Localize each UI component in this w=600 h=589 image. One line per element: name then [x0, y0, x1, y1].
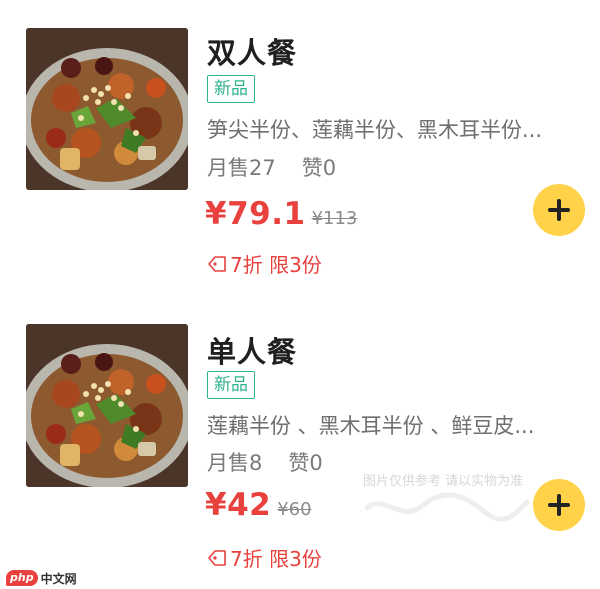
original-price: ¥60 [277, 499, 312, 520]
current-price: ¥42 [205, 487, 272, 523]
new-badge: 新品 [207, 75, 255, 103]
list-item[interactable]: 双人餐 新品 笋尖半份、莲藕半份、黑木耳半份... 月售27 赞0 ¥79.1 ¥1… [0, 0, 600, 294]
original-price: ¥113 [311, 208, 358, 229]
item-title: 双人餐 [207, 36, 298, 70]
plus-icon [548, 199, 570, 221]
php-logo-mark: php [6, 570, 38, 586]
sales-info: 月售27 赞0 [207, 152, 336, 182]
dish-photo-icon [26, 28, 188, 190]
item-title: 单人餐 [207, 335, 298, 369]
site-logo: php 中文网 [6, 569, 77, 587]
tag-icon [208, 549, 226, 566]
new-badge: 新品 [207, 371, 255, 399]
dish-image[interactable] [26, 28, 188, 190]
image-disclaimer-watermark: 图片仅供参考 请以实物为准 [363, 474, 524, 489]
promo-text: 7折 限3份 [230, 253, 322, 277]
menu-list: 双人餐 新品 笋尖半份、莲藕半份、黑木耳半份... 月售27 赞0 ¥79.1 ¥1… [0, 0, 600, 589]
discount-promo: 7折 限3份 [207, 543, 322, 572]
plus-icon [548, 494, 570, 516]
price-row: ¥42 ¥60 [205, 487, 312, 523]
monthly-sales: 月售27 [207, 156, 276, 180]
add-to-cart-button[interactable] [533, 184, 585, 236]
dish-photo-icon [26, 324, 188, 487]
item-description: 笋尖半份、莲藕半份、黑木耳半份... [207, 118, 543, 142]
tag-icon [208, 255, 226, 272]
dish-image[interactable] [26, 324, 188, 487]
list-item[interactable]: 单人餐 新品 莲藕半份 、黑木耳半份 、鲜豆皮... 月售8 赞0 ¥42 ¥60 … [0, 295, 600, 589]
likes-count: 赞0 [288, 451, 323, 475]
discount-promo: 7折 限3份 [207, 249, 322, 278]
monthly-sales: 月售8 [207, 451, 263, 475]
sales-info: 月售8 赞0 [207, 447, 323, 477]
price-row: ¥79.1 ¥113 [205, 196, 357, 232]
site-name: 中文网 [40, 571, 77, 586]
watermark-smudge-icon [364, 492, 530, 522]
current-price: ¥79.1 [205, 196, 306, 232]
add-to-cart-button[interactable] [533, 479, 585, 531]
promo-text: 7折 限3份 [230, 547, 322, 571]
likes-count: 赞0 [301, 156, 337, 180]
item-description: 莲藕半份 、黑木耳半份 、鲜豆皮... [207, 414, 535, 438]
